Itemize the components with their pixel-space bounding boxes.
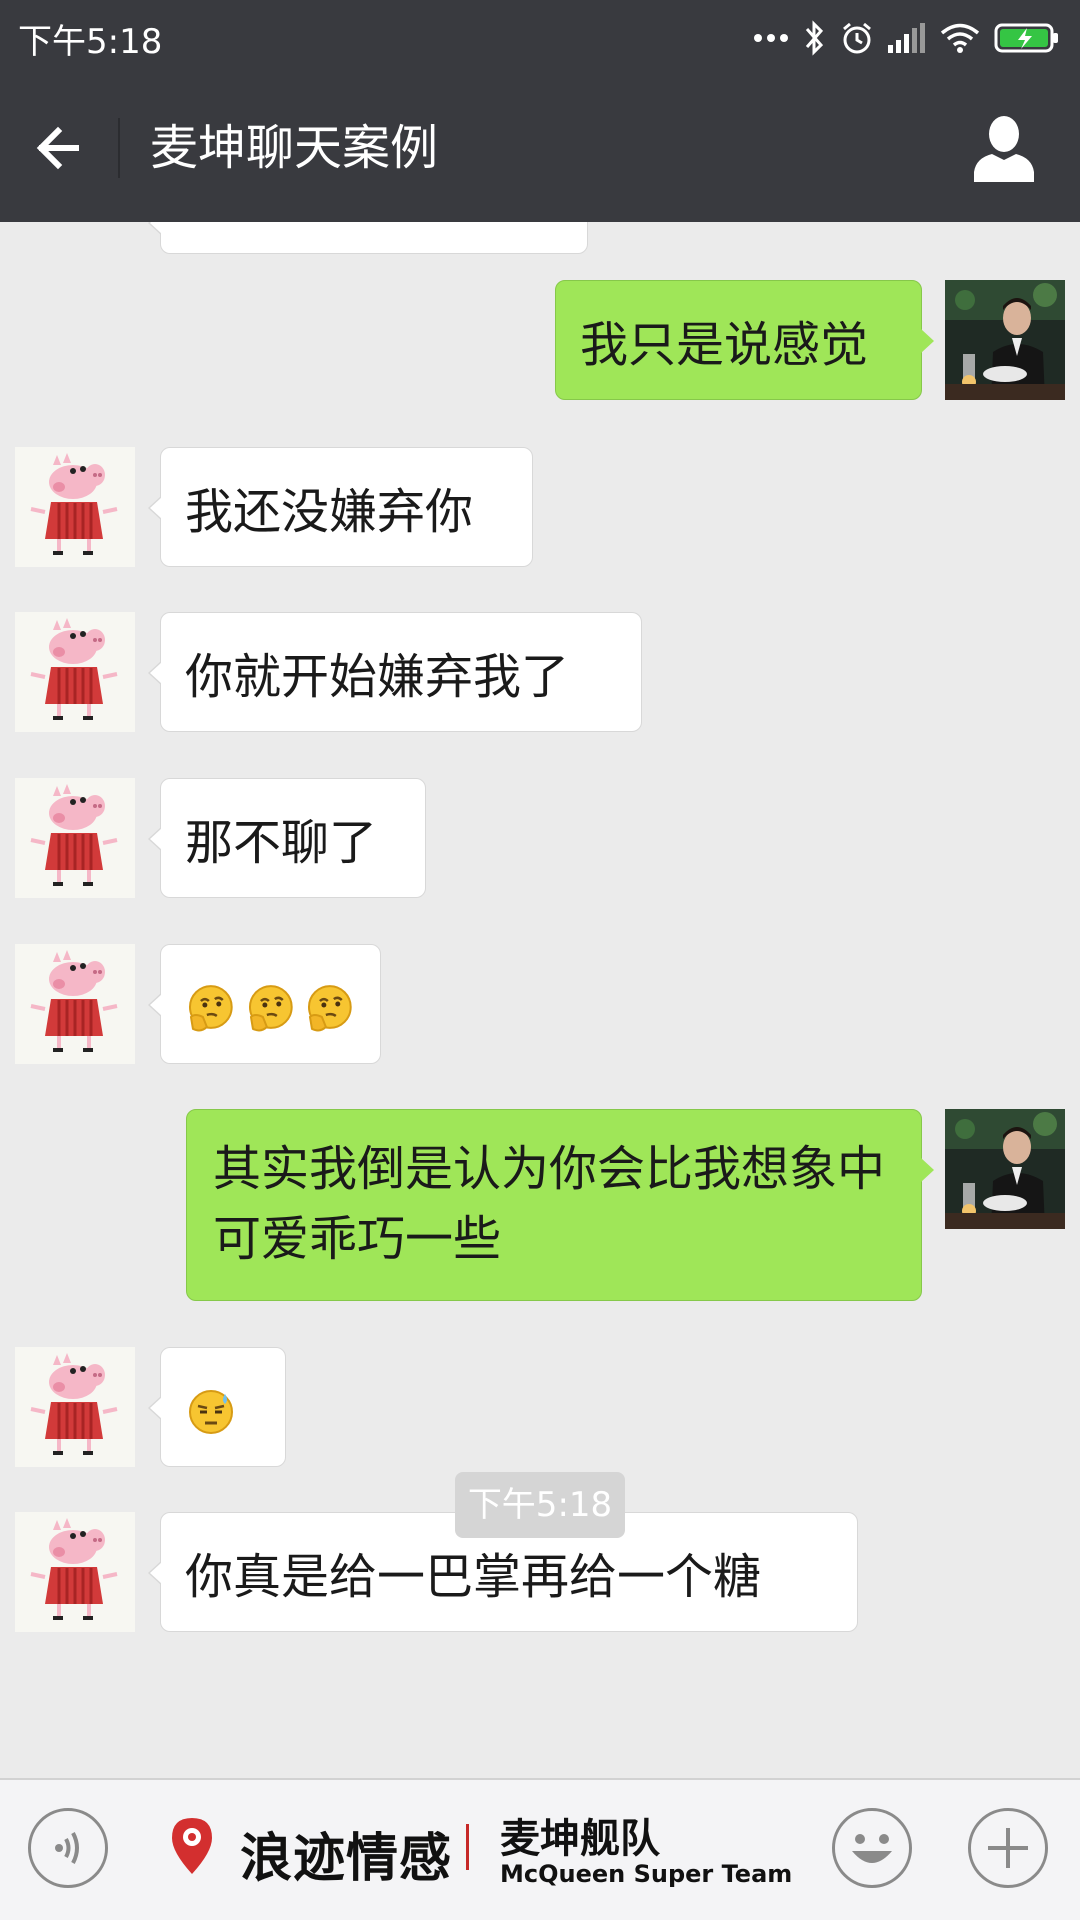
message-text: 我还没嫌弃你 bbox=[185, 484, 474, 540]
wifi-icon bbox=[940, 23, 980, 53]
peppa-pig-avatar[interactable] bbox=[15, 778, 135, 898]
peppa-pig-avatar[interactable] bbox=[15, 447, 135, 567]
message-bubble-partial[interactable] bbox=[148, 222, 588, 254]
voice-button[interactable] bbox=[28, 1808, 108, 1888]
plus-icon bbox=[988, 1828, 1028, 1868]
message-bubble-incoming[interactable]: 你就开始嫌弃我了 bbox=[148, 612, 642, 732]
brand-team-name: 麦坤舰队 bbox=[500, 1816, 660, 1862]
emoji-button[interactable] bbox=[832, 1808, 912, 1888]
photo-avatar[interactable] bbox=[945, 1109, 1065, 1229]
peppa-pig-avatar[interactable] bbox=[15, 222, 135, 282]
message-bubble-outgoing[interactable]: 我只是说感觉 bbox=[555, 280, 934, 400]
back-arrow-icon bbox=[36, 126, 79, 170]
status-bar: 下午5:18 bbox=[0, 0, 1080, 76]
thinking-emoji bbox=[308, 985, 353, 1032]
chat-info-button[interactable] bbox=[972, 114, 1036, 184]
message-text: 你就开始嫌弃我了 bbox=[185, 649, 570, 705]
message-bubble-incoming[interactable] bbox=[148, 1347, 286, 1467]
message-list[interactable]: 我只是说感觉 我还没嫌弃你 你就开始嫌弃我了 那不聊了 其实我倒是认为你会比我想… bbox=[0, 222, 1080, 1778]
message-text: 那不聊了 bbox=[185, 815, 378, 871]
more-dots-icon bbox=[754, 34, 788, 42]
status-icons bbox=[754, 18, 1060, 58]
voice-icon bbox=[55, 1832, 79, 1864]
bottom-toolbar: 浪迹情感 麦坤舰队 McQueen Super Team bbox=[0, 1778, 1080, 1920]
message-bubble-outgoing[interactable]: 其实我倒是认为你会比我想象中可爱乖巧一些 bbox=[186, 1109, 934, 1301]
photo-avatar[interactable] bbox=[945, 280, 1065, 400]
plus-button[interactable] bbox=[968, 1808, 1048, 1888]
message-bubble-incoming[interactable]: 那不聊了 bbox=[148, 778, 426, 898]
thinking-emoji bbox=[248, 985, 293, 1032]
peppa-pig-avatar[interactable] bbox=[15, 1347, 135, 1467]
chat-title: 麦坤聊天案例 bbox=[150, 120, 439, 176]
brand-team-english: McQueen Super Team bbox=[500, 1860, 793, 1888]
alarm-icon bbox=[843, 22, 871, 54]
thinking-emoji bbox=[188, 985, 233, 1032]
chat-screen: 下午5:18 麦坤聊天案例 我只是说感觉 我还没嫌弃你 你就开始嫌弃我了 那不聊… bbox=[0, 0, 1080, 1920]
brand-separator bbox=[466, 1824, 469, 1870]
timestamp-label: 下午5:18 bbox=[455, 1472, 625, 1538]
location-pin-icon bbox=[172, 1818, 212, 1874]
sweat-emoji bbox=[189, 1390, 233, 1434]
peppa-pig-avatar[interactable] bbox=[15, 1512, 135, 1632]
message-text: 我只是说感觉 bbox=[580, 317, 869, 373]
signal-icon bbox=[888, 23, 925, 53]
peppa-pig-avatar[interactable] bbox=[15, 612, 135, 732]
title-bar: 麦坤聊天案例 bbox=[0, 76, 1080, 222]
battery-charging-icon bbox=[994, 23, 1058, 53]
message-text: 你真是给一巴掌再给一个糖 bbox=[185, 1549, 762, 1605]
bluetooth-icon bbox=[805, 20, 824, 56]
message-bubble-incoming[interactable] bbox=[148, 944, 381, 1064]
peppa-pig-avatar[interactable] bbox=[15, 944, 135, 1064]
title-divider bbox=[118, 118, 120, 178]
emoji-row bbox=[185, 974, 356, 1044]
brand-name: 浪迹情感 bbox=[240, 1829, 453, 1889]
back-button[interactable] bbox=[28, 116, 92, 180]
emoji-row bbox=[185, 1377, 261, 1447]
message-text: 其实我倒是认为你会比我想象中可爱乖巧一些 bbox=[213, 1141, 886, 1267]
user-profile-icon bbox=[974, 116, 1034, 182]
message-bubble-incoming[interactable]: 我还没嫌弃你 bbox=[148, 447, 533, 567]
emoji-face-icon bbox=[852, 1834, 892, 1863]
status-time: 下午5:18 bbox=[18, 22, 163, 62]
